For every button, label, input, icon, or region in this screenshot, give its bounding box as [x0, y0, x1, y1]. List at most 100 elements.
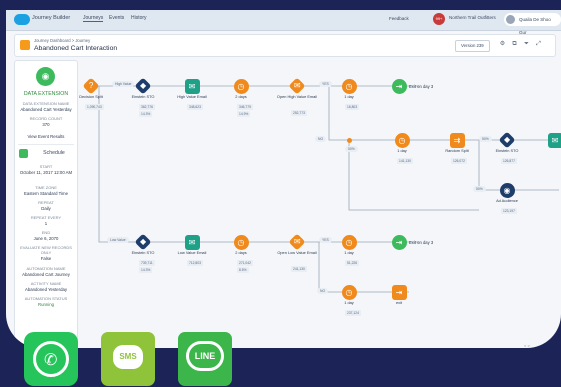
- high-value-email-node[interactable]: ✉: [184, 78, 200, 94]
- journey-header: Journey Dashboard > Journey Abandoned Ca…: [14, 34, 556, 57]
- whatsapp-phone-icon: ✆: [33, 341, 69, 377]
- low-value-path-label: Low Value: [107, 237, 129, 243]
- journey-builder-window: Journey Builder Journeys Events History …: [6, 10, 561, 348]
- wait-2-days-node-b[interactable]: ◷: [233, 234, 249, 250]
- timezone-value: Eastern Standard Time: [24, 191, 68, 196]
- wait-1-day-node-b[interactable]: ◷: [394, 132, 410, 148]
- high-value-path-label: High Value: [112, 81, 135, 87]
- breadcrumb[interactable]: Journey Dashboard > Journey: [34, 38, 90, 43]
- entry-source-panel: ◉ DATA EXTENSION DATA EXTENSION NAME Aba…: [14, 60, 78, 347]
- random-split-node[interactable]: ⇉: [449, 132, 465, 148]
- wait-1-day-label-b: 1 day: [397, 148, 407, 153]
- automation-name-label: AUTOMATION NAME: [26, 266, 66, 271]
- low-value-email-node[interactable]: ✉: [184, 234, 200, 250]
- tab-events[interactable]: Events: [109, 15, 124, 21]
- einstein-sto-count-b: 126,877: [501, 158, 517, 164]
- avatar: [506, 15, 515, 24]
- user-menu[interactable]: Quaila De Shoo Gur: [504, 13, 561, 35]
- einstein-sto-label-b: Einstein STO: [495, 148, 519, 153]
- divider: [18, 144, 74, 145]
- automation-name: Abandoned Cart Journey: [22, 272, 70, 277]
- wait-1-day-count-d: 237,124: [345, 310, 361, 316]
- email-node-edge[interactable]: ✉: [547, 132, 561, 148]
- line-bubble-icon: LINE: [186, 341, 224, 371]
- open-high-value-label: Open High Value Email: [276, 94, 318, 99]
- canvas-pager[interactable]: < >: [524, 343, 530, 348]
- no-label-1: NO: [315, 136, 327, 142]
- exit-node[interactable]: ⇥: [391, 78, 407, 94]
- exit-arrow-node[interactable]: ⇥: [391, 284, 407, 300]
- automation-status-label: AUTOMATION STATUS: [24, 296, 68, 301]
- start-label: START: [39, 164, 53, 169]
- open-high-value-count: 252,773: [291, 110, 307, 116]
- exit-label-b: Exit on day 3: [409, 240, 434, 245]
- journey-canvas[interactable]: ? Decision Split 1,090,743 High Value ◆ …: [79, 60, 561, 348]
- copy-icon[interactable]: ⧉: [511, 41, 518, 48]
- version-select[interactable]: Version 239: [455, 40, 490, 52]
- wait-2-days-rate: 14.9%: [237, 111, 251, 117]
- feedback-link[interactable]: Feedback: [389, 16, 409, 21]
- einstein-sto-rate: 14.3%: [139, 111, 153, 117]
- decision-split-label: Decision Split: [79, 94, 103, 99]
- wait-1-day-count: 16,803: [345, 104, 360, 110]
- timezone-label: TIME ZONE: [35, 185, 57, 190]
- wait-1-day-count-b: 141,130: [397, 158, 413, 164]
- repeat-label: REPEAT: [38, 200, 54, 205]
- yes-label-2: YES: [319, 237, 332, 243]
- account-switcher[interactable]: Northern Trail Outfitters: [449, 15, 496, 20]
- einstein-sto-count-c: 739,711: [139, 260, 155, 266]
- wait-1-day-count-c: 51,226: [345, 260, 360, 266]
- record-count-label: RECORD COUNT: [29, 116, 63, 121]
- wait-1-day-node-d[interactable]: ◷: [341, 284, 357, 300]
- no-label-2: NO: [317, 288, 329, 294]
- high-value-email-count: 348,623: [187, 104, 203, 110]
- random-split-count: 126,072: [451, 158, 467, 164]
- global-header: Journey Builder Journeys Events History …: [6, 10, 561, 35]
- high-value-email-label: High Value Email: [177, 94, 207, 99]
- schedule-title: Schedule: [43, 150, 65, 156]
- end-value: June 6, 2070: [33, 236, 59, 241]
- wait-2-days-label: 2 days: [235, 94, 247, 99]
- data-extension-icon: ◉: [36, 67, 55, 86]
- decision-split-count: 1,090,743: [85, 104, 104, 110]
- entry-title: DATA EXTENSION: [23, 91, 69, 97]
- einstein-sto-label: Einstein STO: [131, 94, 155, 99]
- yes-label-1: YES: [319, 81, 332, 87]
- notification-badge[interactable]: 99+: [433, 13, 445, 25]
- exit-arrow-label: exit: [395, 300, 403, 305]
- evaluate-value: False: [40, 256, 52, 261]
- activity-name-label: ACTIVITY NAME: [30, 281, 62, 286]
- open-low-value-label: Open Low Value Email: [277, 250, 317, 255]
- filter-icon[interactable]: ⏷: [523, 41, 530, 48]
- pct-50-label-b: 50%: [479, 136, 492, 142]
- wait-2-days-node[interactable]: ◷: [233, 78, 249, 94]
- wait-1-day-node-c[interactable]: ◷: [341, 234, 357, 250]
- tab-journeys[interactable]: Journeys: [83, 15, 104, 22]
- fit-icon[interactable]: ⤢: [535, 41, 542, 48]
- pct-50-label-c: 50%: [473, 186, 486, 192]
- pct-50-label: 50%: [345, 146, 358, 152]
- exit-label: Exit on day 3: [409, 84, 434, 89]
- start-value: October 11, 2017 12:00 AM: [19, 170, 73, 175]
- wait-2-days-count-b: 271,042: [237, 260, 253, 266]
- page-title[interactable]: Abandoned Cart Interaction: [34, 45, 117, 52]
- wait-2-days-rate-b: 8.5%: [237, 267, 249, 273]
- wait-2-days-label-b: 2 days: [235, 250, 247, 255]
- record-count: 370: [42, 122, 50, 127]
- settings-icon[interactable]: ⚙: [499, 41, 506, 48]
- repeat-value: Daily: [41, 206, 51, 211]
- open-low-value-count: 241,130: [291, 266, 307, 272]
- evaluate-label: EVALUATE NEW RECORDS ONLY: [20, 245, 72, 255]
- view-event-results-link[interactable]: View Event Results: [15, 134, 77, 139]
- wait-1-day-node[interactable]: ◷: [341, 78, 357, 94]
- whatsapp-logo: ✆: [24, 332, 78, 386]
- wait-1-day-label-c: 1 day: [344, 250, 354, 255]
- wait-1-day-label: 1 day: [344, 94, 354, 99]
- ad-audience-count: 123,197: [501, 208, 517, 214]
- wait-1-day-label-d: 1 day: [344, 300, 354, 305]
- tab-history[interactable]: History: [131, 15, 147, 21]
- random-split-label: Random Split: [445, 148, 469, 153]
- ad-audience-node[interactable]: ◉: [499, 182, 515, 198]
- exit-node-b[interactable]: ⇥: [391, 234, 407, 250]
- end-label: END: [41, 230, 51, 235]
